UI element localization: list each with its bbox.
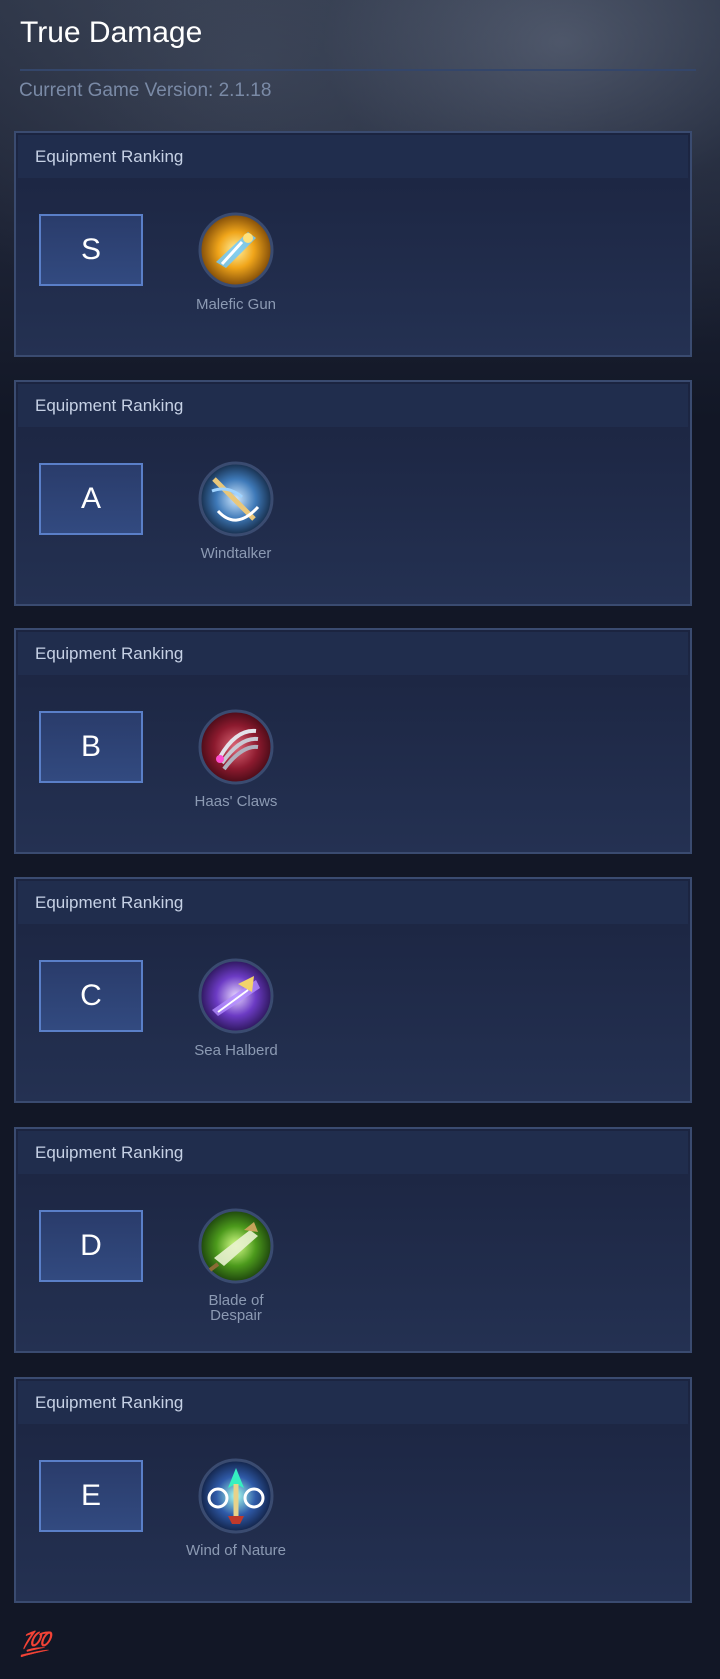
tier-badge: C xyxy=(39,960,143,1032)
item-name: Wind of Nature xyxy=(185,1542,287,1559)
malefic-gun-icon xyxy=(198,212,274,288)
card-header: Equipment Ranking xyxy=(18,1381,688,1424)
card-header-label: Equipment Ranking xyxy=(35,1393,184,1412)
card-header: Equipment Ranking xyxy=(18,881,688,924)
item-name: Haas' Claws xyxy=(194,793,278,810)
equipment-item[interactable]: Blade of Despair xyxy=(176,1208,296,1323)
tier-badge: S xyxy=(39,214,143,286)
card-header-label: Equipment Ranking xyxy=(35,147,184,166)
equipment-ranking-card-b: Equipment Ranking B Haas' Claws xyxy=(14,628,692,854)
card-header: Equipment Ranking xyxy=(18,1131,688,1174)
card-header: Equipment Ranking xyxy=(18,632,688,675)
equipment-ranking-card-c: Equipment Ranking C Sea Halberd xyxy=(14,877,692,1103)
item-name: Windtalker xyxy=(200,545,272,562)
tier-badge: E xyxy=(39,1460,143,1532)
equipment-ranking-card-d: Equipment Ranking D Blade of Despair xyxy=(14,1127,692,1353)
tier-badge: B xyxy=(39,711,143,783)
page-title: True Damage xyxy=(20,16,203,49)
card-header-label: Equipment Ranking xyxy=(35,644,184,663)
equipment-item[interactable]: Malefic Gun xyxy=(176,212,296,312)
hundred-points-icon: 💯 xyxy=(20,1630,50,1658)
equipment-ranking-card-e: Equipment Ranking E Wind of Nature xyxy=(14,1377,692,1603)
card-header-label: Equipment Ranking xyxy=(35,396,184,415)
equipment-item[interactable]: Sea Halberd xyxy=(176,958,296,1058)
game-version-label: Current Game Version: 2.1.18 xyxy=(19,80,272,101)
equipment-item[interactable]: Wind of Nature xyxy=(176,1458,296,1558)
equipment-ranking-card-a: Equipment Ranking A Windtalker xyxy=(14,380,692,606)
item-name: Blade of Despair xyxy=(208,1292,264,1324)
tier-badge: A xyxy=(39,463,143,535)
windtalker-icon xyxy=(198,461,274,537)
sea-halberd-icon xyxy=(198,958,274,1034)
blade-of-despair-icon xyxy=(198,1208,274,1284)
card-header: Equipment Ranking xyxy=(18,135,688,178)
haas-claws-icon xyxy=(198,709,274,785)
card-header-label: Equipment Ranking xyxy=(35,1143,184,1162)
card-header-label: Equipment Ranking xyxy=(35,893,184,912)
item-name: Malefic Gun xyxy=(195,296,277,313)
item-name: Sea Halberd xyxy=(194,1042,278,1059)
card-header: Equipment Ranking xyxy=(18,384,688,427)
tier-badge: D xyxy=(39,1210,143,1282)
equipment-item[interactable]: Windtalker xyxy=(176,461,296,561)
equipment-item[interactable]: Haas' Claws xyxy=(176,709,296,809)
equipment-ranking-card-s: Equipment Ranking S Malefic Gun xyxy=(14,131,692,357)
title-divider xyxy=(20,69,696,71)
wind-of-nature-icon xyxy=(198,1458,274,1534)
